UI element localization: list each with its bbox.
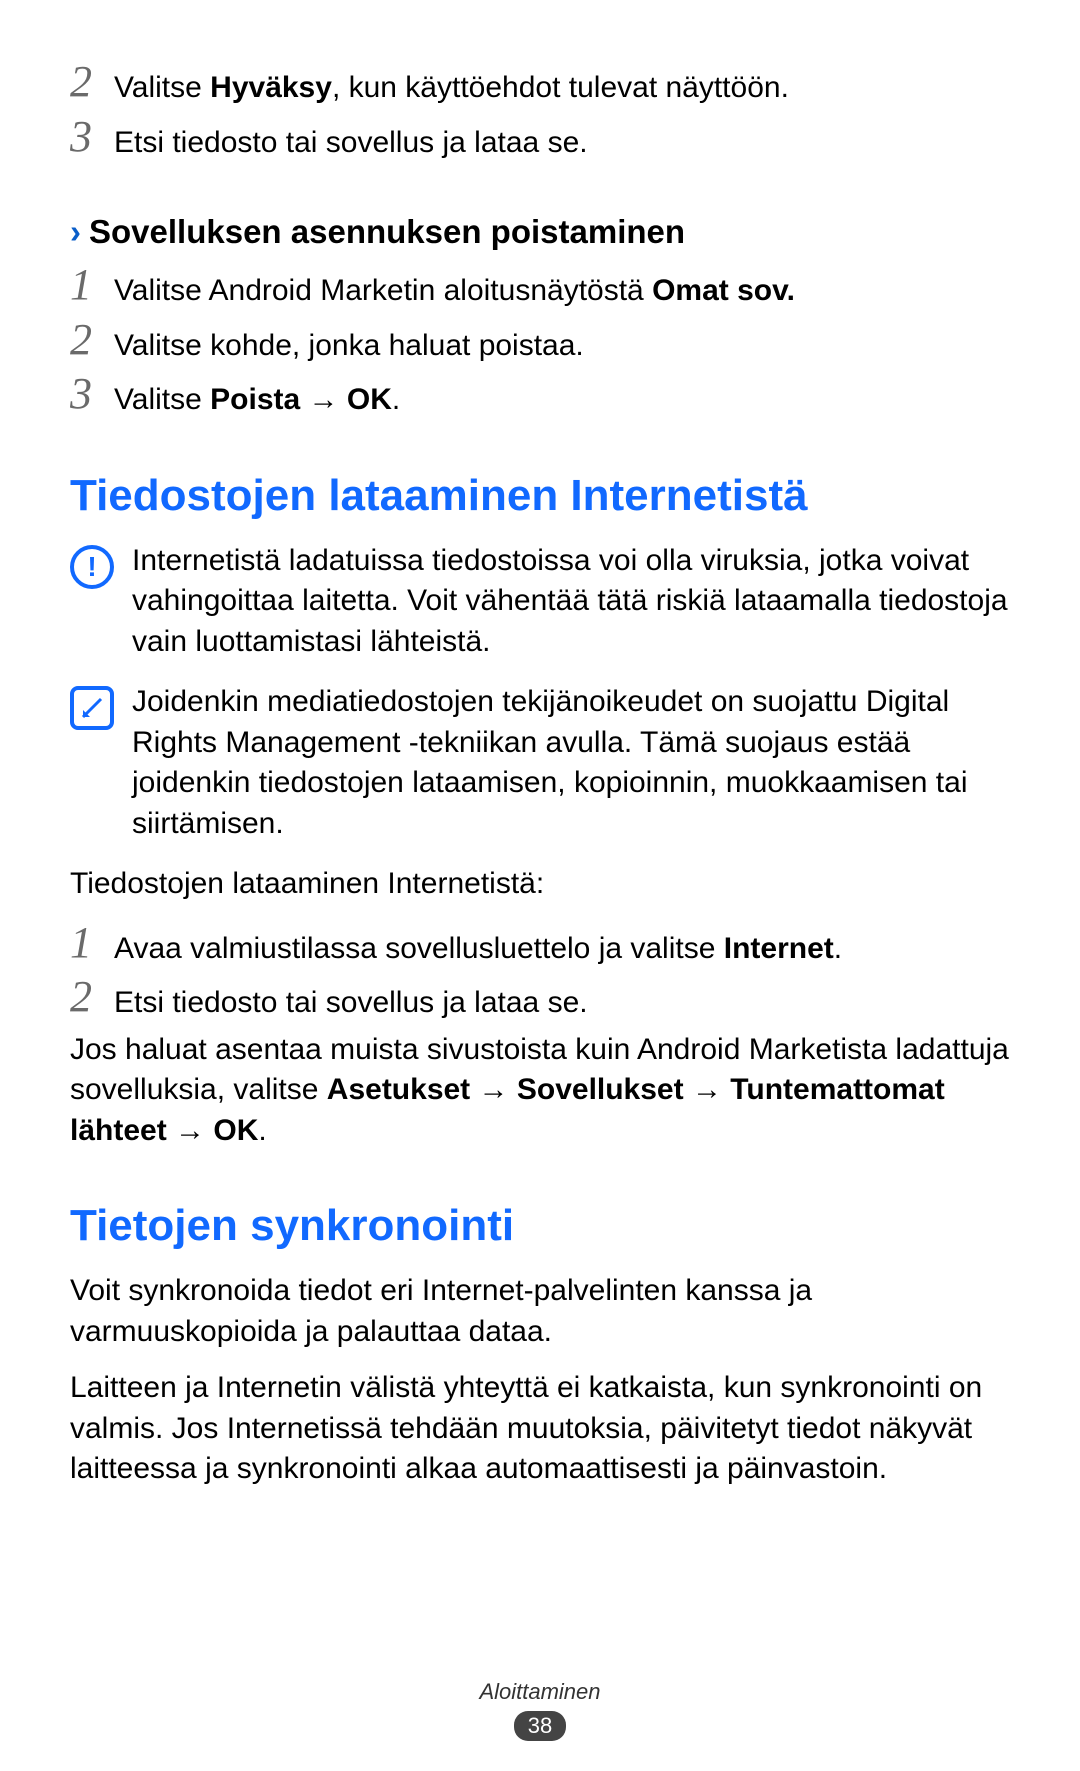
step-number: 1	[70, 921, 114, 965]
download-intro: Tiedostojen lataaminen Internetistä:	[70, 864, 1010, 905]
note-callout: Joidenkin mediatiedostojen tekijänoikeud…	[70, 682, 1010, 844]
step-item: 2 Etsi tiedosto tai sovellus ja lataa se…	[70, 975, 1010, 1024]
sync-paragraph-2: Laitteen ja Internetin välistä yhteyttä …	[70, 1368, 1010, 1490]
page-footer: Aloittaminen 38	[0, 1679, 1080, 1741]
manual-page: 2 Valitse Hyväksy, kun käyttöehdot tulev…	[0, 0, 1080, 1771]
step-text: Valitse kohde, jonka haluat poistaa.	[114, 318, 584, 367]
chevron-right-icon: ›	[70, 213, 81, 251]
step-text: Etsi tiedosto tai sovellus ja lataa se.	[114, 115, 588, 164]
note-icon	[70, 686, 114, 730]
note-text: Joidenkin mediatiedostojen tekijänoikeud…	[132, 682, 1010, 844]
step-item: 3 Etsi tiedosto tai sovellus ja lataa se…	[70, 115, 1010, 164]
step-number: 3	[70, 115, 114, 159]
warning-text: Internetistä ladatuissa tiedostoissa voi…	[132, 541, 1010, 663]
step-number: 1	[70, 263, 114, 307]
subheading-text: Sovelluksen asennuksen poistaminen	[89, 213, 685, 251]
heading-downloads: Tiedostojen lataaminen Internetistä	[70, 471, 1010, 521]
step-item: 1 Avaa valmiustilassa sovellusluettelo j…	[70, 921, 1010, 970]
install-other-sources: Jos haluat asentaa muista sivustoista ku…	[70, 1030, 1010, 1152]
warning-callout: ! Internetistä ladatuissa tiedostoissa v…	[70, 541, 1010, 663]
step-item: 2 Valitse Hyväksy, kun käyttöehdot tulev…	[70, 60, 1010, 109]
step-number: 2	[70, 975, 114, 1019]
step-item: 2 Valitse kohde, jonka haluat poistaa.	[70, 318, 1010, 367]
subheading-uninstall: › Sovelluksen asennuksen poistaminen	[70, 213, 1010, 251]
step-text: Avaa valmiustilassa sovellusluettelo ja …	[114, 921, 842, 970]
step-item: 1 Valitse Android Marketin aloitusnäytös…	[70, 263, 1010, 312]
step-number: 2	[70, 60, 114, 104]
step-number: 2	[70, 318, 114, 362]
step-text: Valitse Poista → OK.	[114, 372, 400, 421]
step-number: 3	[70, 372, 114, 416]
warning-icon: !	[70, 545, 114, 589]
step-text: Etsi tiedosto tai sovellus ja lataa se.	[114, 975, 588, 1024]
step-item: 3 Valitse Poista → OK.	[70, 372, 1010, 421]
page-number: 38	[514, 1711, 566, 1741]
sync-paragraph-1: Voit synkronoida tiedot eri Internet-pal…	[70, 1271, 1010, 1352]
heading-sync: Tietojen synkronointi	[70, 1201, 1010, 1251]
step-text: Valitse Hyväksy, kun käyttöehdot tulevat…	[114, 60, 789, 109]
step-text: Valitse Android Marketin aloitusnäytöstä…	[114, 263, 795, 312]
footer-section-label: Aloittaminen	[0, 1679, 1080, 1705]
